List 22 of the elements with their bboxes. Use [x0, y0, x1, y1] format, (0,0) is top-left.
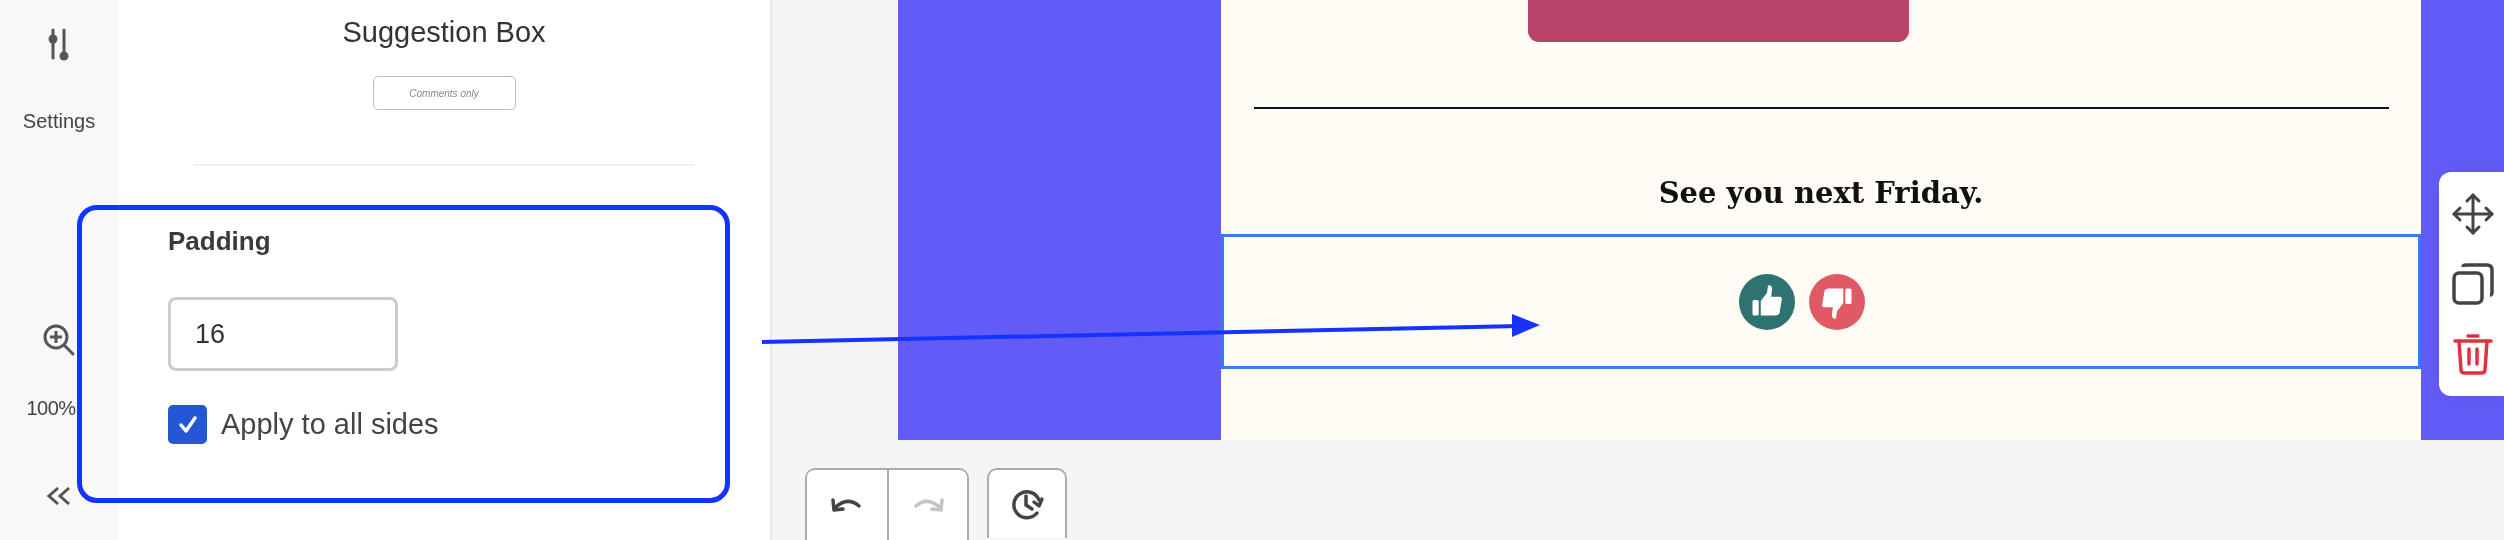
- thumbs-down-icon[interactable]: [1809, 273, 1865, 330]
- move-icon[interactable]: [2450, 192, 2495, 236]
- undo-icon: [831, 497, 863, 513]
- padding-field[interactable]: 16: [168, 297, 398, 371]
- checkmark-icon: [176, 413, 199, 436]
- trash-icon[interactable]: [2450, 332, 2495, 376]
- rail-label: 100%: [26, 397, 76, 420]
- thumbs-up-icon[interactable]: [1739, 273, 1795, 330]
- closing-text: See you next Friday.: [1658, 176, 1984, 210]
- zoom-in-icon[interactable]: [42, 323, 76, 357]
- speech-bubble-badge: Comments only: [372, 76, 516, 110]
- feedback-block[interactable]: [1221, 234, 2421, 369]
- double-chevron-icon[interactable]: [46, 486, 72, 506]
- checkbox-label: Apply to all sides: [221, 408, 439, 441]
- history-button[interactable]: [987, 468, 1067, 538]
- field-label: Padding: [168, 226, 272, 257]
- copy-icon[interactable]: [2450, 262, 2495, 306]
- undo-button[interactable]: [807, 470, 887, 540]
- rail-label: Settings: [22, 110, 96, 133]
- checkbox[interactable]: [168, 405, 207, 444]
- redo-icon: [912, 497, 944, 513]
- panel-title: Suggestion Box: [342, 16, 546, 49]
